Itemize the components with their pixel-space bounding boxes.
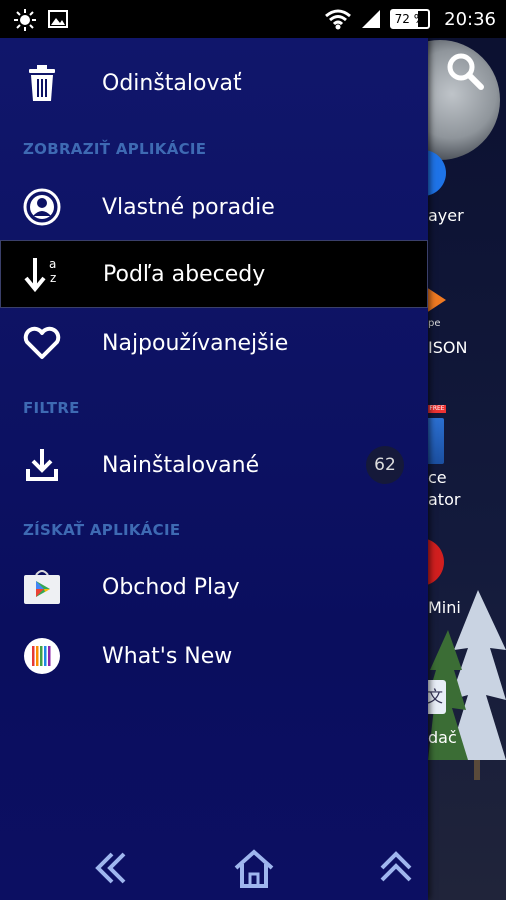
- battery-indicator: 72 %: [389, 9, 431, 29]
- menu-item-label: Podľa abecedy: [103, 261, 266, 287]
- search-icon[interactable]: [446, 52, 484, 90]
- whats-new-icon: [22, 636, 62, 676]
- sort-alphabetical-icon: a z: [23, 254, 63, 294]
- trash-icon: [22, 63, 62, 103]
- play-store-icon: [22, 567, 62, 607]
- menu-item-installed[interactable]: Nainštalované 62: [0, 432, 428, 498]
- app-label-ison: ISON: [428, 338, 468, 357]
- menu-item-label: Odinštalovať: [102, 70, 242, 96]
- menu-item-alphabetical[interactable]: a z Podľa abecedy: [0, 240, 428, 308]
- navigation-drawer: Odinštalovať ZOBRAZIŤ APLIKÁCIE Vlastné …: [0, 38, 428, 900]
- wifi-icon: [324, 9, 351, 30]
- image-notification-icon: [48, 10, 68, 28]
- menu-item-whats-new[interactable]: What's New: [0, 623, 428, 689]
- free-badge: FREE: [428, 405, 446, 413]
- menu-item-label: Vlastné poradie: [102, 194, 275, 220]
- menu-item-label: Obchod Play: [102, 574, 240, 600]
- signal-icon: [361, 10, 380, 28]
- bottom-navigation: [0, 838, 428, 898]
- menu-item-label: Nainštalované: [102, 452, 260, 478]
- menu-item-custom-order[interactable]: Vlastné poradie: [0, 174, 428, 240]
- back-double-chevron-icon[interactable]: [90, 846, 134, 890]
- download-icon: [22, 445, 62, 485]
- user-icon: [22, 187, 62, 227]
- menu-item-label: Najpoužívanejšie: [102, 330, 289, 356]
- section-header-get-apps: ZÍSKAŤ APLIKÁCIE: [23, 521, 181, 539]
- svg-text:a: a: [49, 257, 56, 271]
- status-bar: 72 % 20:36: [0, 0, 506, 38]
- svg-text:z: z: [50, 271, 56, 285]
- heart-icon: [22, 323, 62, 363]
- brightness-icon: [14, 9, 36, 31]
- home-icon[interactable]: [232, 846, 276, 890]
- section-header-filters: FILTRE: [23, 399, 80, 417]
- app-label-player: ayer: [428, 206, 464, 225]
- menu-item-most-used[interactable]: Najpoužívanejšie: [0, 310, 428, 376]
- menu-item-label: What's New: [102, 643, 233, 669]
- app-label-ce: ce: [428, 468, 447, 487]
- clock: 20:36: [444, 8, 496, 30]
- up-double-chevron-icon[interactable]: [374, 846, 418, 890]
- app-label-ator: ator: [428, 490, 461, 509]
- menu-item-play-store[interactable]: Obchod Play: [0, 554, 428, 620]
- app-sublabel: pe: [428, 318, 441, 329]
- app-label-dac: dač: [428, 728, 457, 747]
- menu-item-uninstall[interactable]: Odinštalovať: [0, 50, 428, 116]
- section-header-view-apps: ZOBRAZIŤ APLIKÁCIE: [23, 140, 207, 158]
- installed-count-badge: 62: [366, 446, 404, 484]
